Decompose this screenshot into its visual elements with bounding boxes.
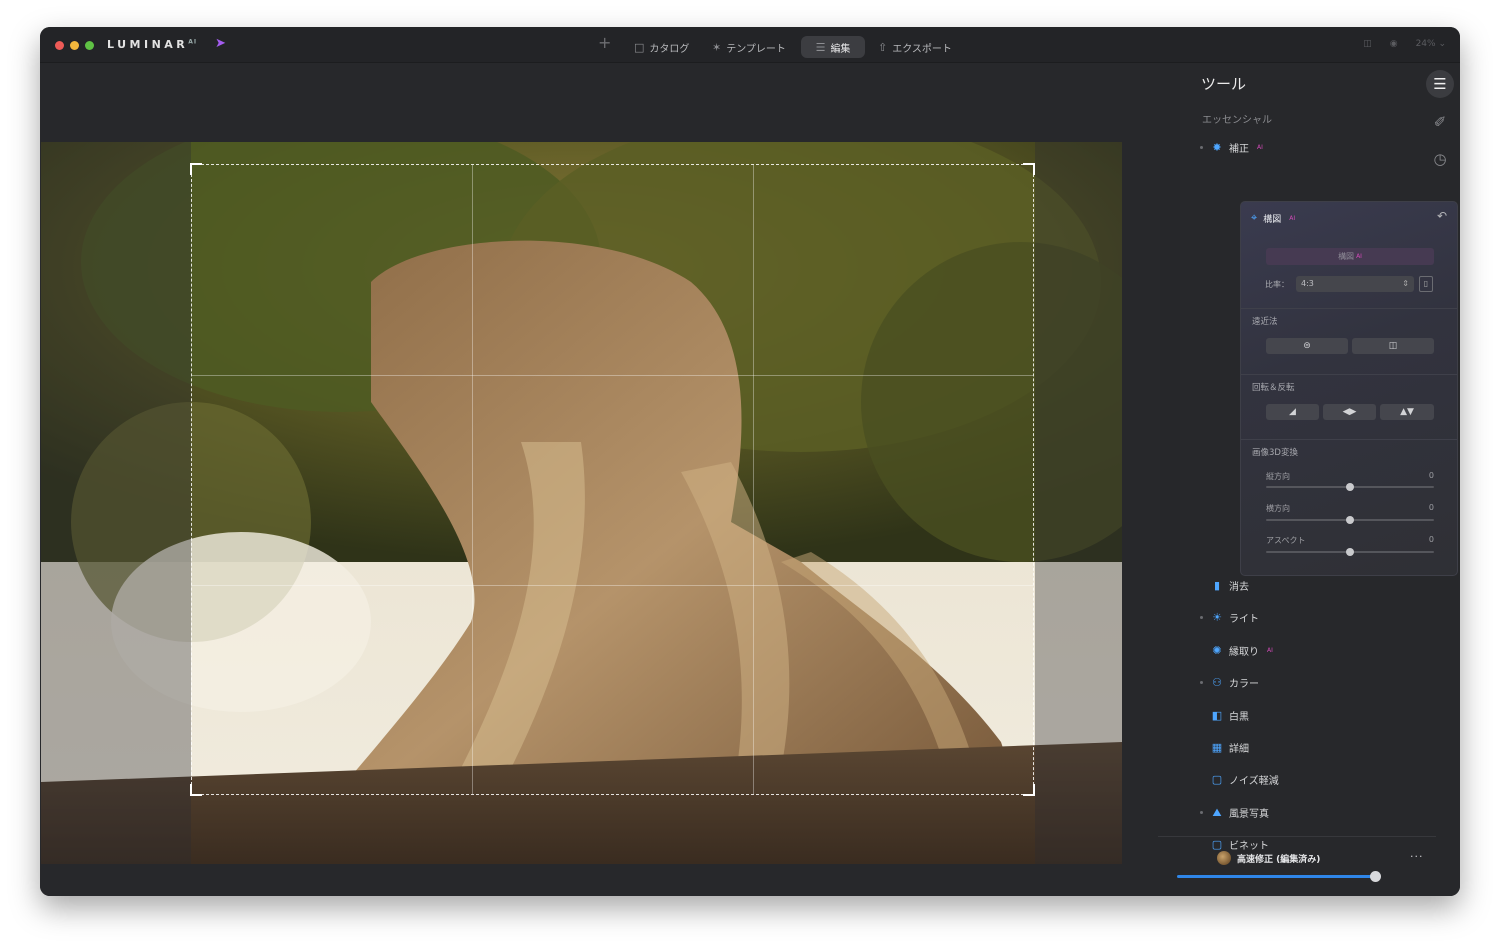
slider-value: 0: [1428, 471, 1434, 480]
crop-handle-bottom-right[interactable]: [1023, 784, 1035, 796]
tab-templates[interactable]: ✶ テンプレート: [704, 36, 794, 58]
slider-value: 0: [1428, 535, 1434, 544]
tool-denoise[interactable]: ▢ ノイズ軽減: [1200, 772, 1279, 787]
horizontal-perspective-button[interactable]: ⊜: [1266, 338, 1348, 354]
vertical-perspective-button[interactable]: ◫: [1352, 338, 1434, 354]
flip-vertical-button[interactable]: ▲▼: [1380, 404, 1434, 420]
bw-icon: ◧: [1211, 709, 1223, 722]
slider-label: 横方向: [1266, 504, 1290, 513]
vignette-icon: ▢: [1211, 838, 1223, 851]
edited-dot: [1200, 616, 1203, 619]
sliders-icon: ☰: [815, 40, 826, 54]
divider: [1241, 439, 1457, 440]
add-photos-button[interactable]: +: [598, 33, 611, 52]
crop-grid-line: [192, 585, 1033, 586]
tool-color[interactable]: ⚇ カラー: [1200, 675, 1259, 690]
crop-frame[interactable]: [190, 163, 1035, 796]
flip-horizontal-button[interactable]: ◀▶: [1323, 404, 1376, 420]
vertical-slider[interactable]: [1266, 483, 1434, 491]
more-options-icon[interactable]: ···: [1410, 850, 1424, 863]
minimize-button[interactable]: [70, 41, 79, 50]
tool-erase[interactable]: ▮ 消去: [1200, 578, 1249, 593]
denoise-icon: ▢: [1211, 773, 1223, 786]
rotate-flip-label: 回転＆反転: [1252, 383, 1295, 393]
tools-tab-button[interactable]: ☰: [1426, 70, 1454, 98]
edited-dot: [1200, 146, 1203, 149]
crop-grid-line: [472, 165, 473, 794]
tool-enhance[interactable]: ✸ 補正 AI: [1200, 140, 1263, 155]
title-bar: LUMINARAI ➤ + □ カタログ ✶ テンプレート ☰ 編集 ⇧ エクス…: [40, 27, 1460, 63]
crop-handle-top-right[interactable]: [1023, 163, 1035, 175]
details-icon: ▦: [1211, 741, 1223, 754]
rocket-icon[interactable]: ➤: [215, 36, 226, 51]
compose-panel: ⌖ 構図 AI ↶ 構図 AI 比率： 4:3 ⇕ ▯ 遠近法 ⊜ ◫ 回転＆反転 ◢…: [1240, 201, 1458, 576]
slider-label: 縦方向: [1266, 472, 1290, 481]
divider: [1241, 374, 1457, 375]
enhance-icon: ✸: [1212, 141, 1222, 154]
ratio-select[interactable]: 4:3 ⇕: [1296, 276, 1414, 292]
aspect-slider[interactable]: [1266, 548, 1434, 556]
folder-icon: □: [634, 40, 645, 54]
tool-details[interactable]: ▦ 詳細: [1200, 740, 1249, 755]
slider-label: アスペクト: [1266, 536, 1306, 545]
color-icon: ⚇: [1212, 676, 1222, 689]
zoom-select[interactable]: 24% ⌄: [1416, 39, 1446, 49]
divider: [1158, 836, 1436, 837]
tool-structure[interactable]: ✺ 縁取り AI: [1200, 643, 1272, 658]
tool-landscape[interactable]: ⛰ 風景写真: [1200, 805, 1269, 820]
slider-knob[interactable]: [1346, 483, 1354, 491]
slider-value: 0: [1428, 503, 1434, 512]
crop-grid-line: [753, 165, 754, 794]
eraser-icon: ▮: [1213, 579, 1221, 592]
divider: [1241, 308, 1457, 309]
compose-ai-button[interactable]: 構図 AI: [1266, 248, 1434, 265]
brush-icon[interactable]: ✐: [1426, 108, 1454, 136]
preset-row[interactable]: 高速修正 (編集済み): [1217, 851, 1320, 865]
structure-icon: ✺: [1212, 644, 1222, 657]
ratio-orientation-button[interactable]: ▯: [1419, 276, 1433, 292]
tool-black-white[interactable]: ◧ 白黒: [1200, 708, 1249, 723]
zoom-button[interactable]: [85, 41, 94, 50]
edited-dot: [1200, 681, 1203, 684]
sparkle-icon: ✶: [712, 40, 722, 54]
preset-amount-slider[interactable]: [1177, 875, 1377, 878]
crop-grid-line: [192, 375, 1033, 376]
ratio-label: 比率：: [1265, 280, 1289, 289]
transform-label: 画像3D変換: [1252, 448, 1298, 458]
preset-thumbnail: [1217, 851, 1231, 865]
crop-icon: ⌖: [1251, 211, 1258, 224]
section-label: エッセンシャル: [1202, 115, 1272, 126]
compare-icon[interactable]: ◫: [1363, 39, 1372, 49]
panel-title: ツール: [1201, 75, 1247, 93]
edited-dot: [1200, 811, 1203, 814]
crop-handle-top-left[interactable]: [190, 163, 202, 175]
compose-header[interactable]: ⌖ 構図 AI: [1251, 211, 1295, 225]
slider-knob[interactable]: [1346, 548, 1354, 556]
image-canvas[interactable]: [40, 63, 1160, 896]
crop-handle-bottom-left[interactable]: [190, 784, 202, 796]
rotate-button[interactable]: ◢: [1266, 404, 1319, 420]
view-controls: ◫ ◉ 24% ⌄: [1363, 39, 1446, 49]
horizontal-slider[interactable]: [1266, 516, 1434, 524]
undo-icon[interactable]: ↶: [1437, 209, 1447, 223]
tool-light[interactable]: ☀ ライト: [1200, 610, 1259, 625]
tool-vignette[interactable]: ▢ ビネット: [1200, 837, 1269, 852]
app-window: LUMINARAI ➤ + □ カタログ ✶ テンプレート ☰ 編集 ⇧ エクス…: [40, 27, 1460, 896]
eye-icon[interactable]: ◉: [1390, 39, 1398, 49]
perspective-label: 遠近法: [1252, 317, 1278, 327]
tools-panel: ツール エッセンシャル ☰ ✐ ◷ ✸ 補正 AI ⌖ 構図 AI ↶ 構図 AI 比…: [1180, 63, 1460, 896]
history-icon[interactable]: ◷: [1426, 145, 1454, 173]
close-button[interactable]: [55, 41, 64, 50]
preset-amount-knob[interactable]: [1370, 871, 1381, 882]
share-icon: ⇧: [878, 40, 888, 54]
slider-knob[interactable]: [1346, 516, 1354, 524]
tab-export[interactable]: ⇧ エクスポート: [870, 36, 960, 58]
updown-icon: ⇕: [1402, 279, 1409, 288]
tab-edit[interactable]: ☰ 編集: [801, 36, 865, 58]
landscape-icon: ⛰: [1212, 805, 1222, 819]
tab-catalog[interactable]: □ カタログ: [626, 36, 697, 58]
sun-icon: ☀: [1212, 611, 1222, 624]
app-logo: LUMINARAI: [107, 38, 198, 51]
